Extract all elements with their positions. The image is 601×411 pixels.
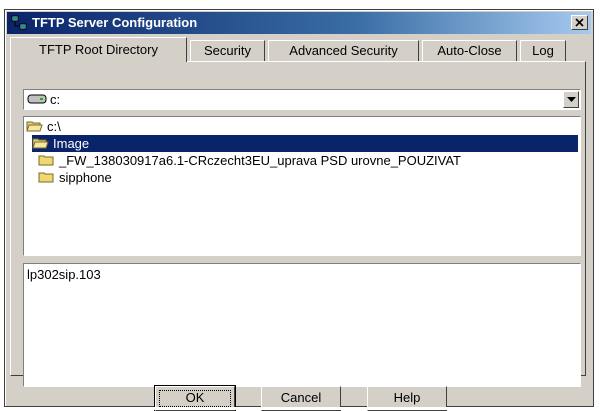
tab-log[interactable]: Log [520, 40, 566, 61]
drive-icon [27, 93, 47, 108]
title-bar[interactable]: TFTP Server Configuration [7, 12, 591, 34]
directory-label: sipphone [59, 170, 112, 185]
top-strip [0, 0, 601, 9]
tab-security[interactable]: Security [190, 40, 265, 61]
tab-auto-close[interactable]: Auto-Close [422, 40, 517, 61]
drive-select[interactable]: c: [23, 89, 581, 110]
directory-item-root[interactable]: c:\ [26, 118, 576, 135]
focus-rect [159, 390, 231, 407]
folder-icon [38, 170, 55, 188]
dropdown-arrow[interactable] [563, 91, 579, 108]
help-label: Help [393, 390, 421, 405]
directory-label: Image [51, 135, 92, 152]
cancel-label: Cancel [280, 390, 322, 405]
tab-advanced-security[interactable]: Advanced Security [268, 40, 419, 61]
drive-value: c: [50, 92, 61, 107]
close-icon [575, 18, 584, 27]
directory-item-image[interactable]: Image [32, 135, 578, 152]
directory-item-fw[interactable]: _FW_138030917a6.1-CRczecht3EU_uprava PSD… [38, 152, 578, 169]
file-item[interactable]: lp302sip.103 [27, 267, 101, 282]
file-list[interactable]: lp302sip.103 [23, 263, 581, 387]
window-title: TFTP Server Configuration [32, 15, 198, 30]
tab-strip: TFTP Root Directory Security Advanced Se… [10, 37, 585, 62]
root-directory-panel: c: c:\ Image _FW_138030917a6.1-CRczecht3… [10, 61, 586, 387]
config-dialog: TFTP Server Configuration TFTP Root Dire… [4, 9, 594, 411]
chevron-down-icon [567, 97, 576, 102]
directory-item-sipphone[interactable]: sipphone [38, 169, 578, 186]
directory-label: _FW_138030917a6.1-CRczecht3EU_uprava PSD… [59, 153, 461, 168]
tab-tftp-root-directory[interactable]: TFTP Root Directory [10, 37, 187, 62]
directory-label: c:\ [47, 119, 61, 134]
directory-list[interactable]: c:\ Image _FW_138030917a6.1-CRczecht3EU_… [23, 116, 581, 256]
app-icon [11, 15, 27, 31]
close-button[interactable] [571, 15, 588, 30]
